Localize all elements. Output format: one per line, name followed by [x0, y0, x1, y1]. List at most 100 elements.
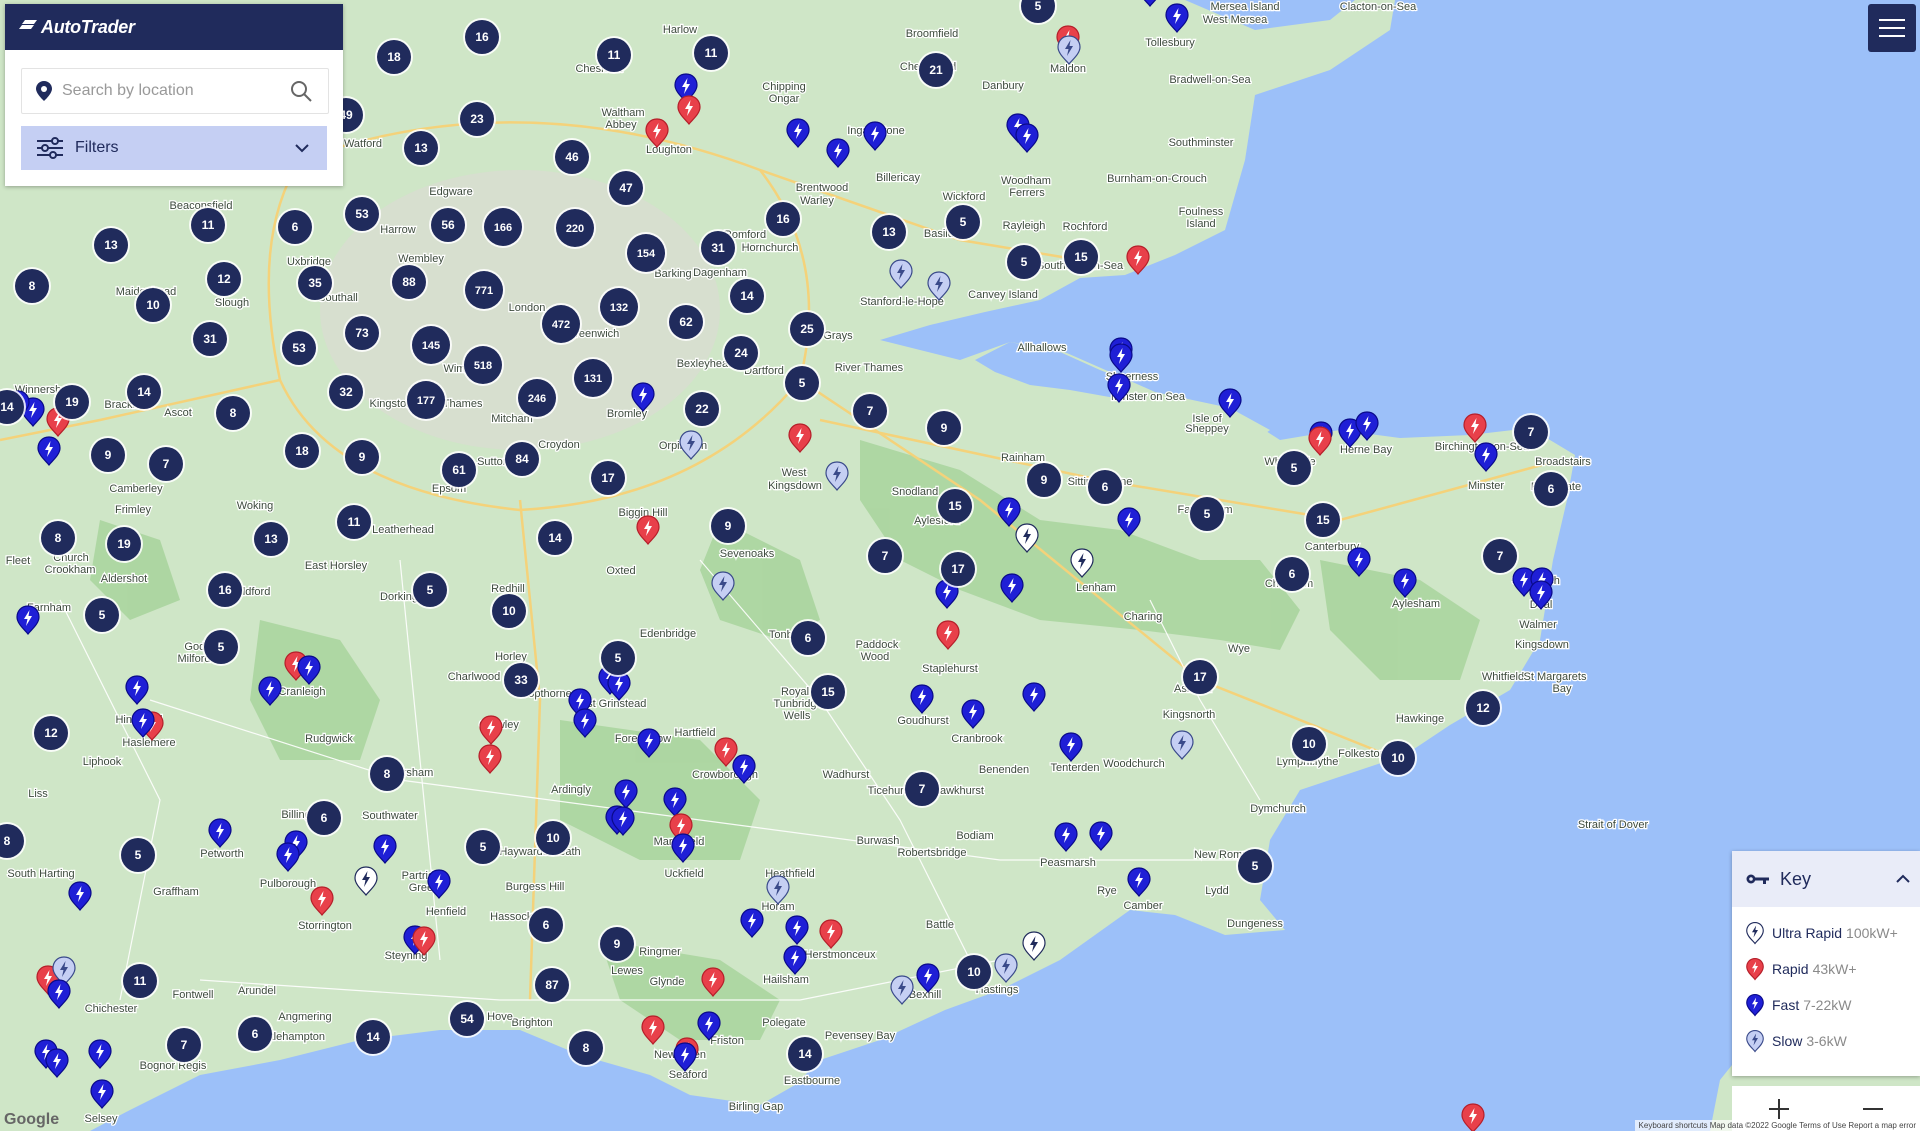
charger-cluster[interactable]: 11	[335, 503, 373, 541]
charger-cluster[interactable]: 5	[1236, 847, 1274, 885]
charger-cluster[interactable]: 16	[764, 200, 802, 238]
charger-cluster[interactable]: 10	[534, 819, 572, 857]
menu-button[interactable]	[1868, 4, 1916, 52]
charger-cluster[interactable]: 17	[1181, 658, 1219, 696]
charger-cluster[interactable]: 14	[125, 373, 163, 411]
charger-cluster[interactable]: 5	[83, 596, 121, 634]
charger-cluster[interactable]: 154	[625, 232, 667, 274]
charger-cluster[interactable]: 10	[955, 953, 993, 991]
charger-cluster[interactable]: 73	[343, 314, 381, 352]
charger-cluster[interactable]: 53	[343, 195, 381, 233]
charger-cluster[interactable]: 6	[236, 1015, 274, 1053]
charger-cluster[interactable]: 9	[709, 507, 747, 545]
charger-cluster[interactable]: 6	[789, 619, 827, 657]
charger-cluster[interactable]: 54	[448, 1000, 486, 1038]
charger-cluster[interactable]: 15	[809, 673, 847, 711]
charger-cluster[interactable]: 6	[527, 906, 565, 944]
charger-cluster[interactable]: 5	[1005, 243, 1043, 281]
charger-cluster[interactable]: 15	[1062, 238, 1100, 276]
charger-cluster[interactable]: 8	[13, 267, 51, 305]
filters-button[interactable]: Filters	[21, 126, 327, 170]
charger-cluster[interactable]: 5	[464, 828, 502, 866]
charger-cluster[interactable]: 23	[458, 100, 496, 138]
charger-cluster[interactable]: 10	[134, 286, 172, 324]
charger-cluster[interactable]: 10	[490, 592, 528, 630]
charger-cluster[interactable]: 17	[939, 550, 977, 588]
charger-cluster[interactable]: 7	[903, 770, 941, 808]
charger-cluster[interactable]: 11	[595, 36, 633, 74]
key-header[interactable]: Key	[1732, 851, 1920, 907]
charger-cluster[interactable]: 166	[482, 206, 524, 248]
charger-cluster[interactable]: 18	[283, 432, 321, 470]
charger-cluster[interactable]: 14	[786, 1035, 824, 1073]
charger-cluster[interactable]: 145	[410, 324, 452, 366]
charger-cluster[interactable]: 131	[572, 357, 614, 399]
charger-cluster[interactable]: 16	[463, 18, 501, 56]
charger-cluster[interactable]: 6	[276, 208, 314, 246]
charger-cluster[interactable]: 24	[722, 334, 760, 372]
charger-cluster[interactable]: 177	[405, 379, 447, 421]
charger-cluster[interactable]: 5	[783, 364, 821, 402]
charger-cluster[interactable]: 246	[516, 377, 558, 419]
charger-cluster[interactable]: 472	[540, 303, 582, 345]
charger-cluster[interactable]: 21	[917, 51, 955, 89]
search-icon[interactable]	[290, 80, 312, 102]
charger-cluster[interactable]: 53	[280, 329, 318, 367]
charger-cluster[interactable]: 14	[536, 519, 574, 557]
charger-cluster[interactable]: 84	[503, 440, 541, 478]
charger-cluster[interactable]: 9	[598, 925, 636, 963]
charger-cluster[interactable]: 17	[589, 459, 627, 497]
charger-cluster[interactable]: 518	[462, 344, 504, 386]
charger-cluster[interactable]: 14	[728, 277, 766, 315]
charger-cluster[interactable]: 18	[375, 38, 413, 76]
charger-cluster[interactable]: 19	[105, 525, 143, 563]
charger-cluster[interactable]: 6	[1532, 470, 1570, 508]
charger-cluster[interactable]: 61	[440, 451, 478, 489]
charger-cluster[interactable]: 5	[119, 836, 157, 874]
charger-cluster[interactable]: 9	[343, 438, 381, 476]
charger-cluster[interactable]: 132	[598, 286, 640, 328]
charger-cluster[interactable]: 5	[1188, 495, 1226, 533]
charger-cluster[interactable]: 5	[599, 639, 637, 677]
charger-cluster[interactable]: 33	[502, 661, 540, 699]
charger-cluster[interactable]: 8	[214, 394, 252, 432]
charger-cluster[interactable]: 32	[327, 373, 365, 411]
charger-cluster[interactable]: 56	[429, 206, 467, 244]
charger-cluster[interactable]: 13	[870, 213, 908, 251]
charger-cluster[interactable]: 7	[147, 445, 185, 483]
charger-cluster[interactable]: 11	[189, 206, 227, 244]
charger-cluster[interactable]: 5	[202, 628, 240, 666]
charger-cluster[interactable]: 9	[1025, 461, 1063, 499]
map-attribution[interactable]: Keyboard shortcuts Map data ©2022 Google…	[1634, 1120, 1920, 1131]
search-input[interactable]	[60, 81, 284, 101]
charger-cluster[interactable]: 46	[553, 138, 591, 176]
charger-cluster[interactable]: 22	[683, 390, 721, 428]
charger-cluster[interactable]: 9	[89, 436, 127, 474]
charger-cluster[interactable]: 5	[1275, 449, 1313, 487]
charger-cluster[interactable]: 87	[533, 966, 571, 1004]
charger-cluster[interactable]: 35	[296, 264, 334, 302]
charger-cluster[interactable]: 13	[92, 226, 130, 264]
charger-cluster[interactable]: 6	[305, 799, 343, 837]
charger-cluster[interactable]: 10	[1379, 739, 1417, 777]
charger-cluster[interactable]: 7	[165, 1026, 203, 1064]
charger-cluster[interactable]: 8	[368, 755, 406, 793]
charger-cluster[interactable]: 6	[1273, 555, 1311, 593]
charger-cluster[interactable]: 15	[936, 487, 974, 525]
charger-cluster[interactable]: 12	[205, 260, 243, 298]
charger-cluster[interactable]: 7	[851, 392, 889, 430]
charger-cluster[interactable]: 7	[1512, 413, 1550, 451]
charger-cluster[interactable]: 13	[402, 129, 440, 167]
charger-cluster[interactable]: 771	[463, 269, 505, 311]
charger-cluster[interactable]: 12	[1464, 689, 1502, 727]
charger-cluster[interactable]: 47	[607, 169, 645, 207]
charger-cluster[interactable]: 11	[121, 962, 159, 1000]
charger-cluster[interactable]: 12	[32, 714, 70, 752]
charger-cluster[interactable]: 7	[866, 537, 904, 575]
chevron-up-icon[interactable]	[1896, 874, 1910, 884]
charger-cluster[interactable]: 13	[252, 520, 290, 558]
charger-cluster[interactable]: 8	[39, 519, 77, 557]
charger-cluster[interactable]: 5	[944, 203, 982, 241]
charger-cluster[interactable]: 10	[1290, 725, 1328, 763]
charger-cluster[interactable]: 16	[206, 571, 244, 609]
